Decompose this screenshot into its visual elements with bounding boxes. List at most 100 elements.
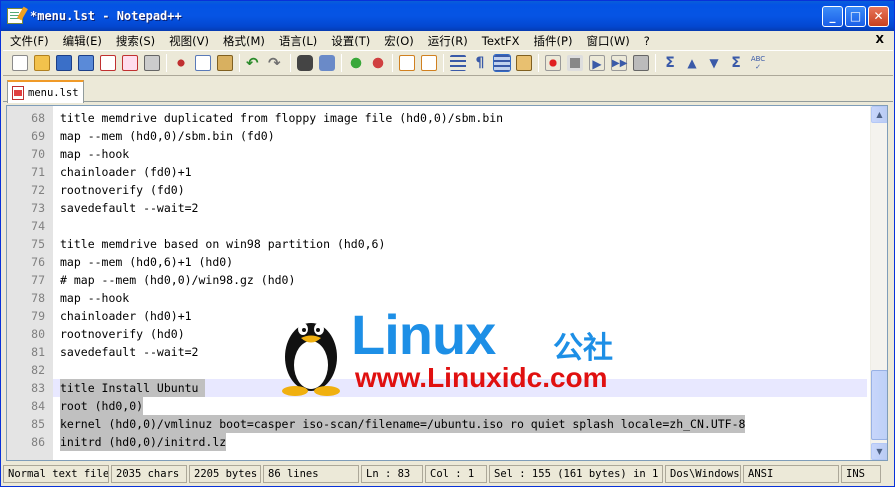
line-number: 80 — [31, 327, 45, 341]
code-line[interactable]: kernel (hd0,0)/vmlinuz boot=casper iso-s… — [60, 415, 746, 433]
cut-icon[interactable] — [173, 55, 189, 71]
notepad-app-icon — [7, 8, 23, 24]
toolbar: ↶ ↷ ¶ ▶ ▶▶ Ʃ ▲ ▼ Ʃ ABC ✓ — [3, 50, 893, 76]
code-line[interactable]: title Install Ubuntu — [60, 379, 206, 397]
user-lang-icon[interactable] — [516, 55, 532, 71]
menu-edit[interactable]: 编辑(E) — [58, 33, 107, 49]
status-encoding: ANSI — [743, 465, 839, 483]
save-all-icon[interactable] — [78, 55, 94, 71]
line-number: 85 — [31, 417, 45, 431]
save-icon[interactable] — [56, 55, 72, 71]
menu-macro[interactable]: 宏(O) — [379, 33, 419, 49]
menu-run[interactable]: 运行(R) — [423, 33, 473, 49]
undo-icon[interactable]: ↶ — [246, 55, 262, 71]
indent-guide-icon[interactable] — [493, 54, 511, 72]
stop-record-icon[interactable] — [567, 55, 583, 71]
sync-horizontal-icon[interactable] — [421, 55, 437, 71]
menu-language[interactable]: 语言(L) — [274, 33, 322, 49]
menu-format[interactable]: 格式(M) — [218, 33, 270, 49]
code-line[interactable]: map --hook — [60, 289, 129, 307]
code-line[interactable]: # map --mem (hd0,0)/win98.gz (hd0) — [60, 271, 295, 289]
scroll-up-button[interactable]: ▲ — [871, 106, 887, 123]
line-number: 83 — [31, 381, 45, 395]
line-number: 72 — [31, 183, 45, 197]
tab-bar: menu.lst — [3, 78, 893, 103]
word-wrap-icon[interactable] — [450, 55, 466, 71]
scroll-down-button[interactable]: ▼ — [871, 443, 887, 460]
watermark-brand: Linux — [351, 303, 496, 366]
menu-settings[interactable]: 设置(T) — [326, 33, 375, 49]
zoom-in-icon[interactable] — [348, 55, 364, 71]
status-lines: 86 lines — [263, 465, 359, 483]
code-line[interactable]: savedefault --wait=2 — [60, 199, 198, 217]
close-all-icon[interactable] — [122, 55, 138, 71]
find-icon[interactable] — [297, 55, 313, 71]
code-line[interactable]: initrd (hd0,0)/initrd.lz — [60, 433, 227, 451]
code-line[interactable]: map --hook — [60, 145, 129, 163]
menu-plugins[interactable]: 插件(P) — [529, 33, 578, 49]
menu-bar: 文件(F) 编辑(E) 搜索(S) 视图(V) 格式(M) 语言(L) 设置(T… — [1, 31, 894, 50]
code-line[interactable]: title memdrive duplicated from floppy im… — [60, 109, 503, 127]
trim-icon[interactable]: Ʃ — [662, 55, 678, 71]
replace-icon[interactable] — [319, 55, 335, 71]
paste-icon[interactable] — [217, 55, 233, 71]
scroll-down-icon: ▼ — [876, 447, 883, 456]
vertical-scrollbar[interactable]: ▲ ▼ — [870, 106, 887, 460]
status-chars: 2035 chars — [111, 465, 187, 483]
toolbar-separator — [538, 54, 539, 72]
move-up-icon[interactable]: ▲ — [684, 55, 700, 71]
line-number: 86 — [31, 435, 45, 449]
sort-icon[interactable]: Ʃ — [728, 55, 744, 71]
code-line[interactable]: map --mem (hd0,0)/sbm.bin (fd0) — [60, 127, 275, 145]
redo-icon[interactable]: ↷ — [268, 55, 284, 71]
watermark-url: www.Linuxidc.com — [355, 362, 608, 393]
toolbar-separator — [239, 54, 240, 72]
code-line[interactable]: rootnoverify (fd0) — [60, 181, 185, 199]
status-selection: Sel : 155 (161 bytes) in 1 — [489, 465, 663, 483]
minimize-icon: _ — [829, 9, 836, 23]
new-file-icon[interactable] — [12, 55, 28, 71]
close-file-icon[interactable] — [100, 55, 116, 71]
tux-penguin-logo — [282, 323, 340, 396]
scrollbar-thumb[interactable] — [871, 370, 887, 440]
menu-view[interactable]: 视图(V) — [164, 33, 214, 49]
code-line[interactable]: map --mem (hd0,6)+1 (hd0) — [60, 253, 233, 271]
toolbar-separator — [655, 54, 656, 72]
spell-check-icon[interactable]: ABC ✓ — [750, 55, 766, 71]
code-line[interactable]: root (hd0,0) — [60, 397, 144, 415]
move-down-icon[interactable]: ▼ — [706, 55, 722, 71]
code-line[interactable]: rootnoverify (hd0) — [60, 325, 185, 343]
copy-icon[interactable] — [195, 55, 211, 71]
menu-textfx[interactable]: TextFX — [477, 34, 525, 48]
open-file-icon[interactable] — [34, 55, 50, 71]
menu-file[interactable]: 文件(F) — [5, 33, 54, 49]
document-close-button[interactable]: X — [876, 33, 884, 46]
play-macro-icon[interactable]: ▶ — [589, 55, 605, 71]
sync-vertical-icon[interactable] — [399, 55, 415, 71]
record-macro-icon[interactable] — [545, 55, 561, 71]
title-bar[interactable]: *menu.lst - Notepad++ _ □ ✕ — [1, 1, 894, 31]
code-line[interactable]: chainloader (hd0)+1 — [60, 307, 192, 325]
code-line[interactable]: chainloader (fd0)+1 — [60, 163, 192, 181]
maximize-button[interactable]: □ — [845, 6, 866, 27]
toolbar-separator — [290, 54, 291, 72]
minimize-button[interactable]: _ — [822, 6, 843, 27]
code-line[interactable]: savedefault --wait=2 — [60, 343, 198, 361]
code-line[interactable]: title memdrive based on win98 partition … — [60, 235, 385, 253]
line-number: 78 — [31, 291, 45, 305]
save-macro-icon[interactable] — [633, 55, 649, 71]
run-macro-multiple-icon[interactable]: ▶▶ — [611, 55, 627, 71]
menu-help[interactable]: ? — [639, 34, 655, 48]
toolbar-separator — [443, 54, 444, 72]
tab-menu-lst[interactable]: menu.lst — [7, 80, 84, 103]
editor-area[interactable]: 68 69 70 71 72 73 74 75 76 77 78 79 80 81 82 83 84 85 86 ti… — [6, 105, 888, 461]
show-all-chars-icon[interactable]: ¶ — [472, 55, 488, 71]
menu-window[interactable]: 窗口(W) — [581, 33, 634, 49]
close-button[interactable]: ✕ — [868, 6, 889, 27]
watermark-overlay: Linux 公社 www.Linuxidc.com — [275, 303, 635, 397]
toolbar-separator — [392, 54, 393, 72]
menu-search[interactable]: 搜索(S) — [111, 33, 160, 49]
zoom-out-icon[interactable] — [370, 55, 386, 71]
tab-label: menu.lst — [28, 86, 79, 99]
print-icon[interactable] — [144, 55, 160, 71]
